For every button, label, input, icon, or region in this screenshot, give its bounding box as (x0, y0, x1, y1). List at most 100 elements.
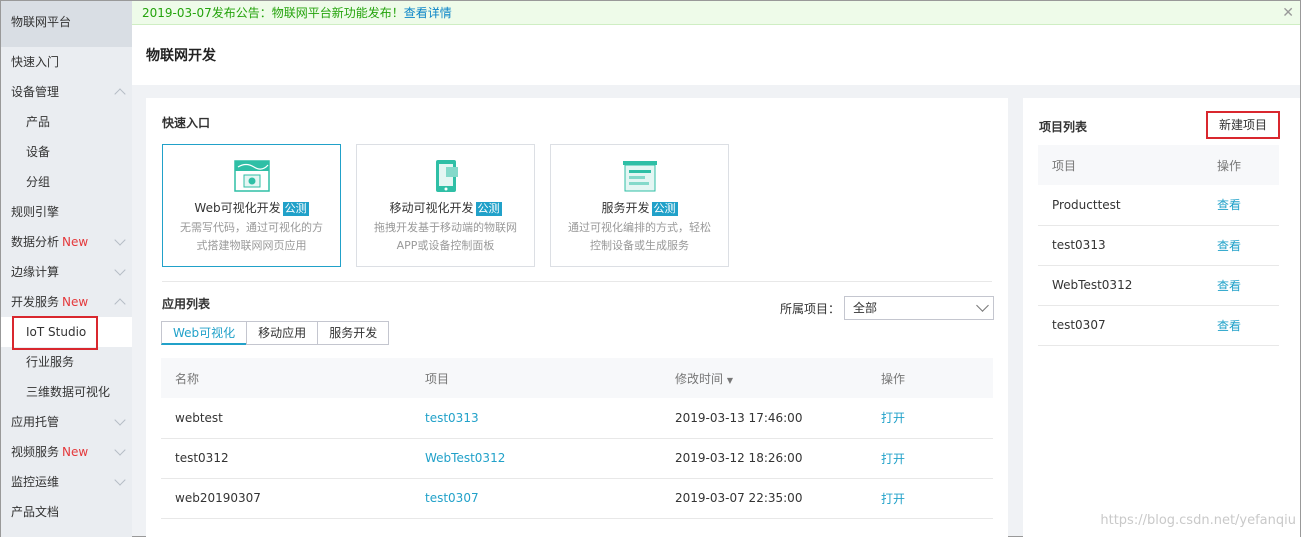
sidebar-item[interactable]: 应用托管 (1, 407, 132, 437)
view-link[interactable]: 查看 (1217, 279, 1241, 293)
table-cell: 2019-03-12 18:26:00 (661, 438, 867, 479)
col-project: 项目 (411, 358, 661, 398)
sidebar-item[interactable]: 开发服务 New (1, 287, 132, 317)
main-area: 2019-03-07发布公告：物联网平台新功能发布！查看详情 ✕ 物联网开发 快… (132, 1, 1300, 537)
sidebar-item-label: 行业服务 (26, 355, 75, 369)
new-badge: New (62, 235, 89, 249)
project-table-body: Producttest 查看 test0313 查看 WebTest0312 查看 test… (1038, 185, 1279, 346)
tab-service-dev[interactable]: 服务开发 (317, 321, 390, 345)
sidebar-item[interactable]: 产品文档 (1, 497, 132, 527)
table-cell: 查看 (1203, 265, 1279, 306)
new-badge: New (62, 445, 89, 459)
col-modified-time-label: 修改时间 (675, 371, 724, 386)
sidebar-item[interactable]: 三维数据可视化 (1, 377, 132, 407)
web-visual-dev-card[interactable]: Web可视化开发 公测 无需写代码，通过可视化的方式搭建物联网网页应用 (162, 144, 341, 267)
project-select[interactable]: 全部 (844, 296, 994, 320)
sidebar-item[interactable]: 监控运维 (1, 467, 132, 497)
table-cell: 查看 (1203, 185, 1279, 226)
sidebar-item[interactable]: 边缘计算 (1, 257, 132, 287)
open-link[interactable]: 打开 (881, 452, 905, 466)
chevron-down-icon (976, 299, 989, 312)
project-name: test0307 (1052, 318, 1106, 332)
chevron-down-icon (114, 264, 126, 276)
announcement-link[interactable]: 查看详情 (404, 6, 452, 20)
chevron-up-icon (114, 298, 126, 310)
table-cell: test0307 (411, 478, 661, 519)
sidebar-item[interactable]: 分组 (1, 167, 132, 197)
table-row: webtest test0313 2019-03-13 17:46:00 打开 (161, 398, 993, 439)
col-action: 操作 (867, 358, 993, 398)
project-link[interactable]: WebTest0312 (425, 451, 505, 465)
sidebar-item-label: 设备管理 (11, 85, 60, 99)
sidebar-item[interactable]: 视频服务 New (1, 437, 132, 467)
sidebar-item-label: 应用托管 (11, 415, 60, 429)
sidebar-item[interactable]: 设备管理 (1, 77, 132, 107)
view-link[interactable]: 查看 (1217, 319, 1241, 333)
sidebar-item[interactable]: 规则引擎 (1, 197, 132, 227)
sidebar-item[interactable]: 设备 (1, 137, 132, 167)
sidebar-item[interactable]: 行业服务 (1, 347, 132, 377)
new-project-button[interactable]: 新建项目 (1206, 111, 1280, 139)
close-icon[interactable]: ✕ (1282, 1, 1294, 25)
chevron-down-icon (114, 414, 126, 426)
chevron-down-icon (114, 234, 126, 246)
table-row: web20190307 test0307 2019-03-07 22:35:00 打开 (161, 478, 993, 519)
table-cell: 2019-03-13 17:46:00 (661, 398, 867, 439)
view-link[interactable]: 查看 (1217, 239, 1241, 253)
modified-time: 2019-03-12 18:26:00 (675, 451, 803, 465)
web-dev-icon (233, 159, 270, 193)
table-cell: web20190307 (161, 478, 411, 519)
sidebar-item-label: 开发服务 (11, 295, 60, 309)
sort-icon[interactable]: ▼ (727, 376, 733, 385)
app-name: webtest (175, 410, 223, 425)
tab-mobile-app[interactable]: 移动应用 (246, 321, 319, 345)
app-name: test0312 (175, 451, 229, 465)
page-title: 物联网开发 (132, 25, 1300, 85)
project-panel: 项目列表 新建项目 项目 操作 Producttest 查看 test0313 查看 W… (1023, 98, 1300, 537)
sidebar-brand: 物联网平台 (1, 1, 132, 47)
open-link[interactable]: 打开 (881, 411, 905, 425)
quick-entry-title: 快速入口 (162, 116, 211, 130)
table-cell: WebTest0312 (411, 438, 661, 479)
service-dev-card[interactable]: 服务开发 公测 通过可视化编排的方式，轻松控制设备或生成服务 (550, 144, 729, 267)
service-dev-icon (622, 159, 658, 193)
table-cell: WebTest0312 (1038, 265, 1203, 306)
project-filter-label: 所属项目： (779, 301, 840, 316)
table-cell: test0313 (1038, 225, 1203, 266)
project-link[interactable]: test0307 (425, 491, 479, 505)
divider (162, 281, 992, 282)
sidebar-nav: 快速入门 设备管理 产品 设备 分组 规则引擎 数据分析 New 边缘计算 开发服务 New IoT … (1, 47, 132, 527)
project-select-value: 全部 (853, 301, 878, 315)
project-name: WebTest0312 (1052, 278, 1133, 292)
view-link[interactable]: 查看 (1217, 198, 1241, 212)
modified-time: 2019-03-13 17:46:00 (675, 410, 803, 425)
app-table-body: webtest test0313 2019-03-13 17:46:00 打开 test… (161, 398, 993, 519)
sidebar-item-label: 视频服务 (11, 445, 60, 459)
tab-web-visual[interactable]: Web可视化 (161, 321, 248, 345)
table-header-row: 名称 项目 修改时间 ▼ 操作 (161, 358, 993, 398)
project-name: Producttest (1052, 197, 1121, 212)
col-modified-time[interactable]: 修改时间 ▼ (661, 358, 867, 398)
beta-badge: 公测 (651, 202, 678, 216)
sidebar-item-label: 产品 (26, 115, 51, 129)
col-project: 项目 (1038, 145, 1203, 185)
sidebar-item-label: 设备 (26, 145, 51, 159)
announcement-bar: 2019-03-07发布公告：物联网平台新功能发布！查看详情 ✕ (132, 1, 1300, 25)
card-title: 服务开发 (601, 201, 650, 215)
card-description: 无需写代码，通过可视化的方式搭建物联网网页应用 (180, 221, 323, 252)
project-link[interactable]: test0313 (425, 411, 479, 425)
open-link[interactable]: 打开 (881, 492, 905, 506)
chevron-down-icon (114, 474, 126, 486)
sidebar-item[interactable]: 产品 (1, 107, 132, 137)
sidebar-item[interactable]: 快速入门 (1, 47, 132, 77)
card-title: Web可视化开发 (194, 201, 281, 215)
project-table: 项目 操作 Producttest 查看 test0313 查看 WebTest0312… (1038, 145, 1279, 346)
chevron-up-icon (114, 88, 126, 100)
development-panel: 快速入口 Web可视化开发公测 无需写代码，通过可视化的方式搭建物联网网页应用 (146, 98, 1008, 537)
table-cell: 查看 (1203, 305, 1279, 346)
sidebar-item[interactable]: 数据分析 New (1, 227, 132, 257)
mobile-visual-dev-card[interactable]: 移动可视化开发 公测 拖拽开发基于移动端的物联网APP或设备控制面板 (356, 144, 535, 267)
sidebar-item-label: 分组 (26, 175, 51, 189)
table-row: test0312 WebTest0312 2019-03-12 18:26:00 打开 (161, 438, 993, 479)
project-name: test0313 (1052, 238, 1106, 252)
